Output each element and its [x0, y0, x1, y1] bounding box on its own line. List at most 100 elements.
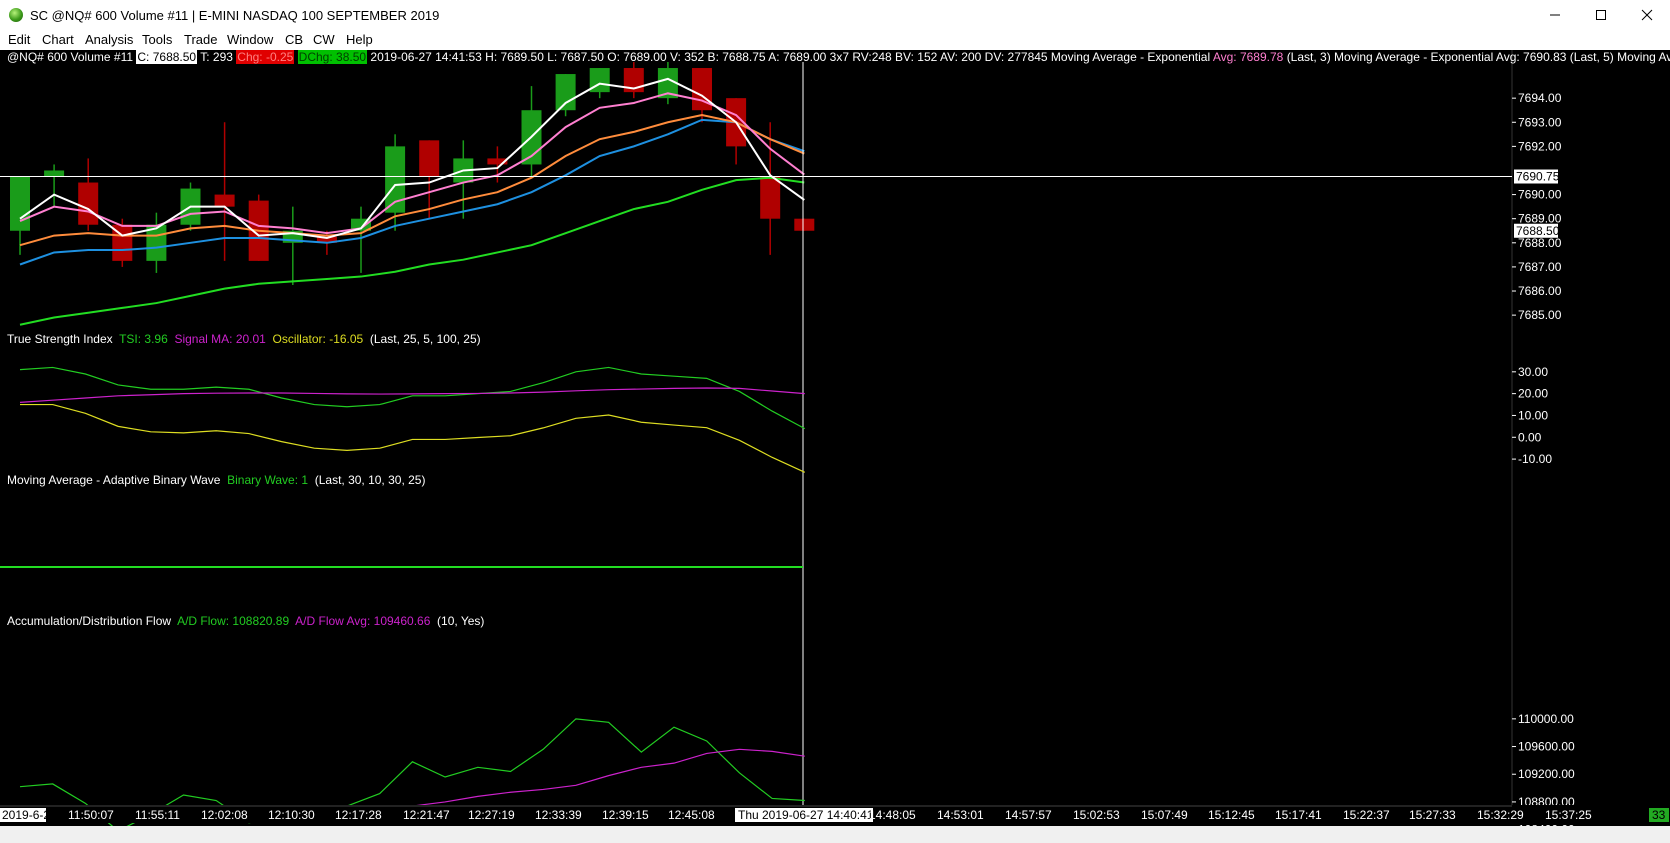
tsi-legend: True Strength Index TSI: 3.96 Signal MA:… [7, 332, 481, 346]
time-tick-label: 15:22:37 [1343, 808, 1390, 822]
time-tick-label: 12:02:08 [201, 808, 248, 822]
abw-legend: Moving Average - Adaptive Binary Wave Bi… [7, 473, 425, 487]
menu-edit[interactable]: Edit [8, 32, 30, 47]
price-tick-label: 7688.00 [1518, 236, 1562, 250]
time-tick-label: 14:57:57 [1005, 808, 1052, 822]
minimize-button[interactable] [1532, 0, 1578, 30]
time-tick-label: 15:27:33 [1409, 808, 1456, 822]
price-tick-label: 7693.00 [1518, 115, 1562, 129]
candle-body [555, 74, 576, 111]
menu-cb[interactable]: CB [285, 32, 303, 47]
moving-average-line [19, 118, 805, 266]
window-title: SC @NQ# 600 Volume #11 | E-MINI NASDAQ 1… [30, 8, 440, 23]
adflow-legend: Accumulation/Distribution Flow A/D Flow:… [7, 614, 484, 628]
tsi-tick-label: 0.00 [1518, 430, 1542, 444]
adflow-params: (10, Yes) [437, 614, 485, 628]
candle-body [78, 182, 99, 225]
time-tick-label: 15:12:45 [1208, 808, 1255, 822]
chart-header: @NQ# 600 Volume #11 C: 7688.50 T: 293 Ch… [7, 50, 1670, 65]
menu-cw[interactable]: CW [313, 32, 335, 47]
trades-value: T: 293 [200, 50, 233, 64]
adflow-title: Accumulation/Distribution Flow [7, 614, 172, 628]
time-tick-label: 12:17:28 [335, 808, 382, 822]
adflow-tick-label: 109600.00 [1518, 740, 1575, 754]
tsi-params: (Last, 25, 5, 100, 25) [369, 332, 481, 346]
horizontal-scrollbar[interactable] [0, 826, 1670, 843]
time-tick-label: 12:45:08 [668, 808, 715, 822]
abw-value: Binary Wave: 1 [227, 473, 309, 487]
time-tick-label: 15:37:25 [1545, 808, 1592, 822]
adflow-value: A/D Flow: 108820.89 [177, 614, 290, 628]
time-tick-label: 15:02:53 [1073, 808, 1120, 822]
close-button[interactable] [1624, 0, 1670, 30]
price-tick-label: 7686.00 [1518, 284, 1562, 298]
candle-body [794, 218, 815, 231]
sierra-chart-globe-icon [9, 8, 23, 22]
menu-window[interactable]: Window [227, 32, 273, 47]
daily-change-value: DChg: 38.50 [297, 50, 368, 64]
price-tick-label: 7694.00 [1518, 91, 1562, 105]
time-tick-label: 12:27:19 [468, 808, 515, 822]
menu-chart[interactable]: Chart [42, 32, 74, 47]
candle-body [214, 194, 235, 207]
change-value: Chg: -0.25 [236, 50, 295, 64]
chart-window: SC @NQ# 600 Volume #11 | E-MINI NASDAQ 1… [0, 0, 1670, 843]
tsi-tick-label: 10.00 [1518, 408, 1548, 422]
candle-body [419, 140, 440, 177]
chart-canvas[interactable]: 7694.007693.007692.007690.757690.007689.… [0, 50, 1670, 843]
time-tick-label: 11:55:11 [135, 808, 180, 822]
title-bar[interactable]: SC @NQ# 600 Volume #11 | E-MINI NASDAQ 1… [0, 0, 1670, 30]
ma3-label: Moving Ave [1617, 50, 1670, 64]
abw-title: Moving Average - Adaptive Binary Wave [7, 473, 221, 487]
adflow-tick-label: 109200.00 [1518, 767, 1575, 781]
time-tick-label: 14:53:01 [937, 808, 984, 822]
price-tick-label: 7690.00 [1518, 188, 1562, 202]
time-tick-label: 12:33:39 [535, 808, 582, 822]
header-details: 2019-06-27 14:41:53 H: 7689.50 L: 7687.5… [370, 50, 1211, 64]
candle-body [44, 170, 65, 177]
menu-tools[interactable]: Tools [142, 32, 172, 47]
tsi-series-line [19, 387, 805, 403]
chart-area[interactable]: 7694.00 7693.00 7692.00 7690.75 7690.00 7689.… [0, 50, 1670, 843]
tsi-tick-label: 30.00 [1518, 365, 1548, 379]
time-tick-label: 12:39:15 [602, 808, 649, 822]
ma2-label: Moving Average - Exponential Avg: 7690.8… [1334, 50, 1567, 64]
price-tick-label: 7685.00 [1518, 308, 1562, 322]
time-tick-label: 15:17:41 [1275, 808, 1322, 822]
time-tick-label: 12:10:30 [268, 808, 315, 822]
menu-help[interactable]: Help [346, 32, 373, 47]
ma1-avg-value: Avg: 7689.78 [1212, 50, 1284, 64]
tsi-signal-value: Signal MA: 20.01 [174, 332, 266, 346]
menu-trade[interactable]: Trade [184, 32, 217, 47]
symbol-label: @NQ# 600 Volume #11 [7, 50, 134, 64]
price-tick-label: 7687.00 [1518, 260, 1562, 274]
ma1-params: (Last, 3) [1286, 50, 1331, 64]
menu-bar: Edit Chart Analysis Tools Trade Window C… [0, 30, 1670, 50]
abw-params: (Last, 30, 10, 30, 25) [314, 473, 426, 487]
candle-body [10, 176, 30, 231]
adflow-avg-value: A/D Flow Avg: 109460.66 [295, 614, 431, 628]
tsi-series-line [20, 403, 806, 473]
time-tick-label: 12:21:47 [403, 808, 450, 822]
candle-body [760, 176, 781, 219]
tsi-tick-label: -10.00 [1518, 452, 1552, 466]
time-tick-label: 15:07:49 [1141, 808, 1188, 822]
adflow-tick-label: 110000.00 [1518, 712, 1574, 726]
price-tick-label: 7692.00 [1518, 139, 1562, 153]
minimize-icon [1550, 14, 1560, 16]
maximize-icon [1596, 10, 1606, 20]
crosshair-time-label: Thu 2019-06-27 14:40:41 [738, 808, 874, 822]
tsi-title: True Strength Index [7, 332, 113, 346]
ma2-params: (Last, 5) [1569, 50, 1614, 64]
tsi-series-line [19, 366, 806, 430]
corner-badge-label: 33 [1652, 808, 1666, 822]
maximize-button[interactable] [1578, 0, 1624, 30]
time-tick-label: 2019-6-27 [2, 808, 57, 822]
time-tick-label: 15:32:29 [1477, 808, 1524, 822]
menu-analysis[interactable]: Analysis [85, 32, 133, 47]
time-tick-label: 11:50:07 [68, 808, 114, 822]
tsi-oscillator-value: Oscillator: -16.05 [272, 332, 364, 346]
moving-average-line [19, 77, 805, 240]
tsi-value: TSI: 3.96 [119, 332, 168, 346]
moving-average-line [19, 176, 805, 326]
